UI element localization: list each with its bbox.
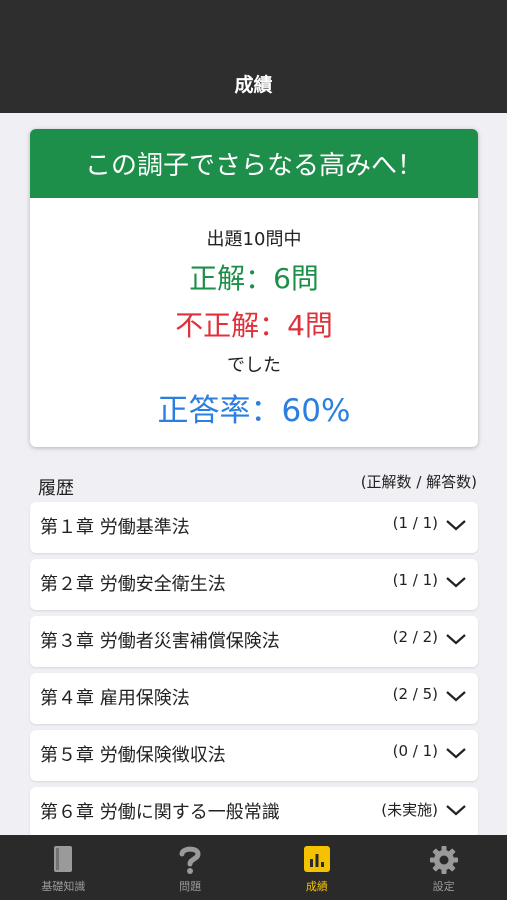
chapter-score: (1 / 1)	[392, 514, 438, 532]
deshita-text: でした	[227, 355, 281, 376]
history-heading: 履歴	[38, 478, 74, 499]
chapter-label: 第１章 労働基準法	[40, 517, 190, 538]
total-questions-text: 出題10問中	[206, 229, 302, 250]
chapter-list: 第１章 労働基準法 (1 / 1) 第２章 労働安全衛生法 (1 / 1) 第３…	[30, 502, 478, 844]
wrong-count-text: 不正解：4問	[175, 309, 333, 342]
chapter-score: (1 / 1)	[392, 571, 438, 589]
chapter-label: 第４章 雇用保険法	[40, 688, 190, 709]
tab-basics[interactable]: 基礎知識	[0, 835, 127, 900]
chapter-row-4[interactable]: 第４章 雇用保険法 (2 / 5)	[30, 673, 478, 724]
chapter-row-6[interactable]: 第６章 労働に関する一般常識 (未実施)	[30, 787, 478, 838]
chapter-score: (0 / 1)	[392, 742, 438, 760]
chapter-label: 第５章 労働保険徴収法	[40, 745, 226, 766]
chevron-down-icon[interactable]	[445, 746, 467, 760]
tab-results[interactable]: 成績	[254, 835, 381, 900]
chapter-row-3[interactable]: 第３章 労働者災害補償保険法 (2 / 2)	[30, 616, 478, 667]
chapter-row-1[interactable]: 第１章 労働基準法 (1 / 1)	[30, 502, 478, 553]
chapter-label: 第３章 労働者災害補償保険法	[40, 631, 280, 652]
chart-icon	[303, 846, 330, 872]
tab-label: 基礎知識	[41, 880, 86, 893]
chevron-down-icon[interactable]	[445, 575, 467, 589]
history-legend: (正解数 / 解答数)	[360, 473, 477, 491]
chevron-down-icon[interactable]	[445, 689, 467, 703]
chevron-down-icon[interactable]	[445, 518, 467, 532]
tab-bar: 基礎知識 問題 成績 設定	[0, 835, 507, 900]
result-card: この調子でさらなる高みへ！ 出題10問中 正解：6問 不正解：4問 でした 正答…	[30, 129, 478, 447]
correct-count-text: 正解：6問	[189, 262, 319, 295]
chapter-row-5[interactable]: 第５章 労働保険徴収法 (0 / 1)	[30, 730, 478, 781]
chevron-down-icon[interactable]	[445, 632, 467, 646]
chapter-row-2[interactable]: 第２章 労働安全衛生法 (1 / 1)	[30, 559, 478, 610]
page-title: 成績	[234, 74, 273, 96]
chapter-score: (2 / 2)	[392, 628, 438, 646]
result-banner: この調子でさらなる高みへ！	[30, 129, 478, 198]
chapter-label: 第６章 労働に関する一般常識	[40, 802, 280, 823]
accuracy-rate-text: 正答率：60%	[157, 393, 351, 429]
tab-settings[interactable]: 設定	[380, 835, 507, 900]
chevron-down-icon[interactable]	[445, 803, 467, 817]
result-body: 出題10問中 正解：6問 不正解：4問 でした 正答率：60%	[30, 225, 478, 430]
chapter-score: (未実施)	[381, 801, 438, 819]
tab-questions[interactable]: 問題	[127, 835, 254, 900]
gear-icon	[429, 846, 458, 874]
book-icon	[54, 846, 73, 872]
nav-header: 成績	[0, 0, 507, 113]
chapter-score: (2 / 5)	[392, 685, 438, 703]
tab-label: 成績	[305, 880, 328, 893]
question-icon	[179, 846, 201, 874]
tab-label: 設定	[432, 880, 455, 893]
tab-label: 問題	[179, 880, 202, 893]
chapter-label: 第２章 労働安全衛生法	[40, 574, 226, 595]
